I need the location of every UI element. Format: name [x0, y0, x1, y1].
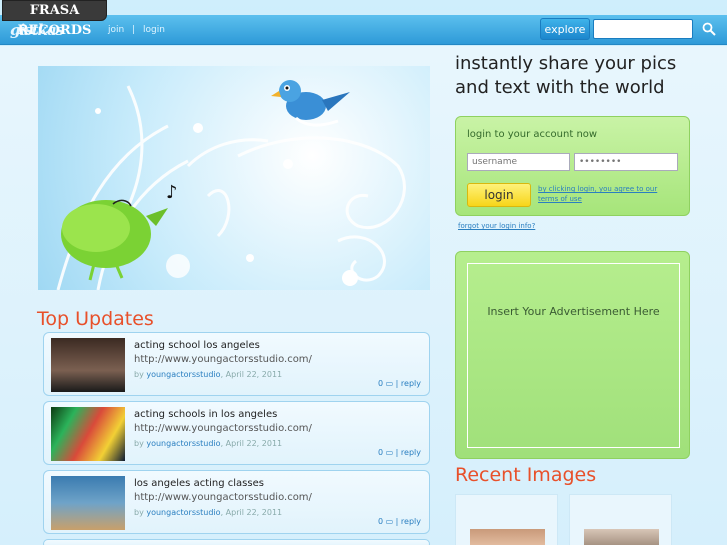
recent-images-heading: Recent Images: [455, 464, 597, 486]
reply-link[interactable]: reply: [401, 517, 421, 526]
explore-button[interactable]: explore: [540, 18, 590, 40]
update-item[interactable]: acting school los angeles http://www.you…: [43, 332, 430, 396]
update-item[interactable]: los angeles acting classes http://www.yo…: [43, 470, 430, 534]
terms-link[interactable]: by clicking login, you agree to our term…: [538, 184, 678, 204]
update-date: April 22, 2011: [225, 439, 283, 448]
tagline: instantly share your pics and text with …: [455, 53, 677, 98]
forgot-login-link[interactable]: forgot your login info?: [458, 222, 535, 230]
recent-image[interactable]: [584, 529, 659, 545]
recent-image-card[interactable]: [569, 494, 672, 545]
login-heading: login to your account now: [467, 129, 598, 140]
login-button[interactable]: login: [467, 183, 531, 207]
ad-frame: Insert Your Advertisement Here: [467, 263, 680, 448]
comment-count: 0: [377, 448, 384, 457]
login-link[interactable]: login: [143, 25, 165, 35]
update-author[interactable]: youngactorsstudio: [146, 370, 220, 379]
update-title[interactable]: acting school los angeles: [134, 340, 260, 351]
password-field[interactable]: [574, 153, 678, 171]
ad-text: Insert Your Advertisement Here: [487, 305, 660, 318]
hero-illustration: ♪: [38, 66, 430, 290]
reply-link[interactable]: reply: [401, 448, 421, 457]
username-field[interactable]: [467, 153, 570, 171]
by-label: by: [134, 508, 144, 517]
update-meta: by youngactorsstudio, April 22, 2011: [134, 370, 283, 379]
reply-link[interactable]: reply: [401, 379, 421, 388]
update-text: acting school los angeles http://www.you…: [134, 339, 424, 367]
search-button[interactable]: [695, 19, 723, 39]
update-item[interactable]: [43, 539, 430, 545]
comment-icon[interactable]: ▭: [386, 448, 394, 457]
update-thumbnail[interactable]: [51, 338, 125, 392]
update-thumbnail[interactable]: [51, 407, 125, 461]
svg-text:♪: ♪: [166, 182, 178, 203]
header-links: join | login: [108, 25, 165, 35]
update-actions: 0 ▭ | reply: [377, 517, 421, 526]
update-thumbnail[interactable]: [51, 476, 125, 530]
top-updates-heading: Top Updates: [37, 308, 154, 330]
login-box: login to your account now login by click…: [455, 116, 690, 216]
comment-icon[interactable]: ▭: [386, 379, 394, 388]
search-input[interactable]: [593, 19, 693, 39]
update-text: acting schools in los angeles http://www…: [134, 408, 424, 436]
update-title[interactable]: los angeles acting classes: [134, 478, 264, 489]
comment-count: 0: [377, 517, 384, 526]
update-actions: 0 ▭ | reply: [377, 448, 421, 457]
header-bar: gistkas join | login explore: [0, 15, 727, 45]
by-label: by: [134, 439, 144, 448]
watermark: FRASA RECORDS: [2, 0, 107, 38]
update-item[interactable]: acting schools in los angeles http://www…: [43, 401, 430, 465]
update-author[interactable]: youngactorsstudio: [146, 508, 220, 517]
update-meta: by youngactorsstudio, April 22, 2011: [134, 439, 283, 448]
update-meta: by youngactorsstudio, April 22, 2011: [134, 508, 283, 517]
update-author[interactable]: youngactorsstudio: [146, 439, 220, 448]
update-url[interactable]: http://www.youngactorsstudio.com/: [134, 423, 312, 434]
comment-count: 0: [377, 379, 384, 388]
recent-image[interactable]: [470, 529, 545, 545]
birds-illustration: ♪: [56, 80, 406, 290]
advertisement-box[interactable]: Insert Your Advertisement Here: [455, 251, 690, 459]
update-title[interactable]: acting schools in los angeles: [134, 409, 277, 420]
link-separator: |: [132, 25, 136, 35]
update-actions: 0 ▭ | reply: [377, 379, 421, 388]
update-text: los angeles acting classes http://www.yo…: [134, 477, 424, 505]
search-icon: [702, 22, 716, 36]
page-content: ♪ Top Updates acting school los angeles …: [0, 46, 727, 545]
by-label: by: [134, 370, 144, 379]
update-date: April 22, 2011: [225, 370, 283, 379]
comment-icon[interactable]: ▭: [386, 517, 394, 526]
recent-image-card[interactable]: [455, 494, 558, 545]
update-url[interactable]: http://www.youngactorsstudio.com/: [134, 492, 312, 503]
update-url[interactable]: http://www.youngactorsstudio.com/: [134, 354, 312, 365]
join-link[interactable]: join: [108, 25, 124, 35]
update-date: April 22, 2011: [225, 508, 283, 517]
